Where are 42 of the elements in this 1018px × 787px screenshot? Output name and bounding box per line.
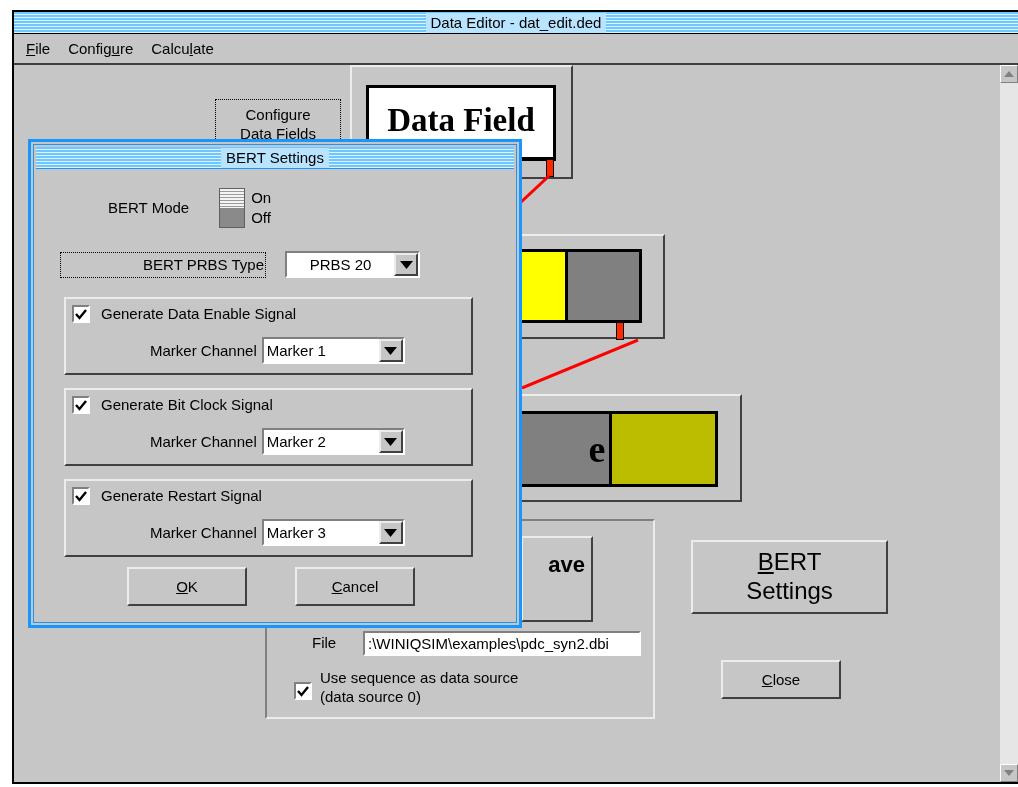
checkbox[interactable] — [72, 487, 90, 505]
scrollbar[interactable] — [1000, 65, 1018, 782]
marker-channel-label: Marker Channel — [150, 522, 257, 543]
checkbox[interactable] — [294, 682, 312, 700]
marker-channel-label: Marker Channel — [150, 431, 257, 452]
file-path-field[interactable]: :\WINIQSIM\examples\pdc_syn2.dbi — [363, 631, 641, 656]
bert-settings-button[interactable]: BERT Settings — [691, 540, 888, 614]
marker-channel-dropdown[interactable]: Marker 1 — [261, 337, 405, 364]
scroll-up-icon — [1004, 71, 1014, 77]
ok-button[interactable]: OK — [127, 567, 247, 606]
save-button[interactable]: ave — [521, 536, 593, 622]
marker-channel-dropdown[interactable]: Marker 3 — [261, 519, 405, 546]
checkbox[interactable] — [72, 396, 90, 414]
caret-icon — [399, 260, 413, 269]
cancel-button[interactable]: Cancel — [295, 567, 415, 606]
caret-icon — [384, 528, 398, 537]
off-label: Off — [251, 208, 272, 228]
close-button[interactable]: Close — [721, 660, 841, 699]
connector-line — [520, 175, 551, 203]
bert-mode-label: BERT Mode — [108, 198, 190, 218]
scroll-down-icon — [1004, 770, 1014, 776]
connector-port[interactable] — [616, 322, 624, 340]
signal-checkbox-label: Generate Data Enable Signal — [101, 304, 297, 324]
on-label: On — [251, 188, 272, 208]
checkbox[interactable] — [72, 305, 90, 323]
dialog-title: BERT Settings — [221, 147, 329, 168]
use-sequence-label: Use sequence as data source (data source 0) — [320, 668, 519, 706]
bert-mode-switch[interactable] — [219, 188, 246, 228]
caret-icon — [384, 437, 398, 446]
menu-item[interactable]: Calculate — [149, 40, 216, 57]
menu-item[interactable]: Configure — [66, 40, 136, 57]
signal-checkbox-label: Generate Bit Clock Signal — [101, 395, 273, 415]
prbs-type-dropdown[interactable]: PRBS 20 — [285, 251, 420, 278]
menu-item[interactable]: File — [24, 40, 53, 57]
caret-icon — [384, 346, 398, 355]
connector-port[interactable] — [546, 159, 554, 177]
marker-channel-label: Marker Channel — [150, 340, 257, 361]
file-label: File — [312, 633, 337, 653]
signal-checkbox-label: Generate Restart Signal — [101, 486, 262, 506]
prbs-type-label: BERT PRBS Type — [60, 251, 266, 278]
window-title: Data Editor - dat_edit.ded — [425, 12, 607, 33]
marker-channel-dropdown[interactable]: Marker 2 — [261, 428, 405, 455]
